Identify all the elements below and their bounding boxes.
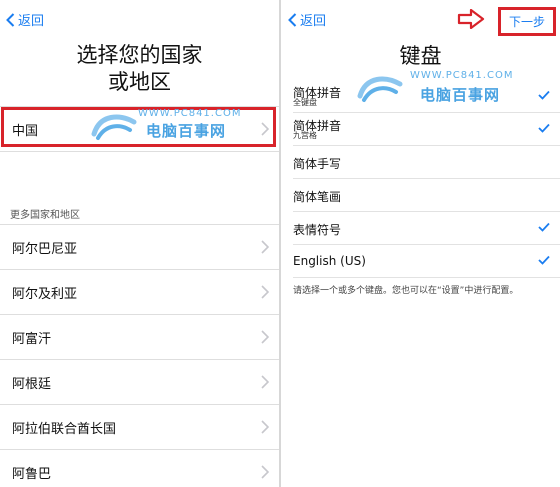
keyboard-name: 简体手写 [293,157,342,171]
keyboard-selection-screen: 返回 下一步 键盘 简体拼音 全键盘 简体拼音 九宫格简体手写简体笔画表情符号 Engl… [281,0,560,487]
country-row-selected[interactable]: 中国 [0,106,279,152]
country-row[interactable]: 阿拉伯联合酋长国 [0,404,279,449]
country-row[interactable]: 阿鲁巴 [0,449,279,487]
next-label: 下一步 [508,15,545,29]
keyboard-row[interactable]: 简体拼音 九宫格 [293,113,560,146]
chevron-right-icon [261,330,269,344]
keyboard-subtitle: 九宫格 [293,131,317,140]
keyboard-subtitle: 全键盘 [293,98,317,107]
keyboard-name: 表情符号 [293,223,342,237]
keyboard-row[interactable]: 简体拼音 全键盘 [293,80,560,113]
chevron-right-icon [261,240,269,254]
country-label: 阿尔巴尼亚 [12,241,78,257]
country-label: 阿鲁巴 [12,466,52,482]
back-button[interactable]: 返回 [288,10,326,29]
country-label: 阿尔及利亚 [12,286,78,302]
chevron-right-icon [261,465,269,479]
page-title: 键盘 [399,44,442,68]
country-label: 中国 [12,123,39,139]
country-row[interactable]: 阿尔及利亚 [0,269,279,314]
chevron-left-icon [288,12,297,27]
keyboard-row[interactable]: 简体手写 [293,146,560,179]
keyboard-row[interactable]: 简体笔画 [293,179,560,212]
back-button[interactable]: 返回 [6,10,44,29]
section-header: 更多国家和地区 [10,210,80,221]
checkmark-icon [538,90,550,100]
chevron-right-icon [261,420,269,434]
checkmark-icon [538,222,550,232]
page-title-line1: 选择您的国家 [76,43,203,67]
country-row[interactable]: 阿富汗 [0,314,279,359]
arrow-right-icon [457,9,485,29]
next-button[interactable]: 下一步 [498,7,556,36]
keyboard-row[interactable]: 表情符号 [293,212,560,245]
chevron-right-icon [261,375,269,389]
country-row[interactable]: 阿根廷 [0,359,279,404]
checkmark-icon [538,123,550,133]
keyboard-name: 简体笔画 [293,190,342,204]
hint-text: 请选择一个或多个键盘。您也可以在“设置”中进行配置。 [293,286,519,296]
country-label: 阿根廷 [12,376,52,392]
keyboard-name: English (US) [293,254,366,268]
keyboard-row[interactable]: English (US) [293,245,560,278]
checkmark-icon [538,255,550,265]
country-selection-screen: 返回 选择您的国家 或地区 中国 更多国家和地区 阿尔巴尼亚阿尔及利亚阿富汗阿根… [0,0,279,487]
back-label: 返回 [300,14,327,29]
page-title-line2: 或地区 [108,70,171,94]
back-label: 返回 [18,14,45,29]
chevron-left-icon [6,12,15,27]
country-label: 阿富汗 [12,331,52,347]
chevron-right-icon [261,122,269,136]
chevron-right-icon [261,285,269,299]
country-label: 阿拉伯联合酋长国 [12,421,117,437]
country-row[interactable]: 阿尔巴尼亚 [0,224,279,269]
page-title: 选择您的国家 或地区 [0,42,279,96]
